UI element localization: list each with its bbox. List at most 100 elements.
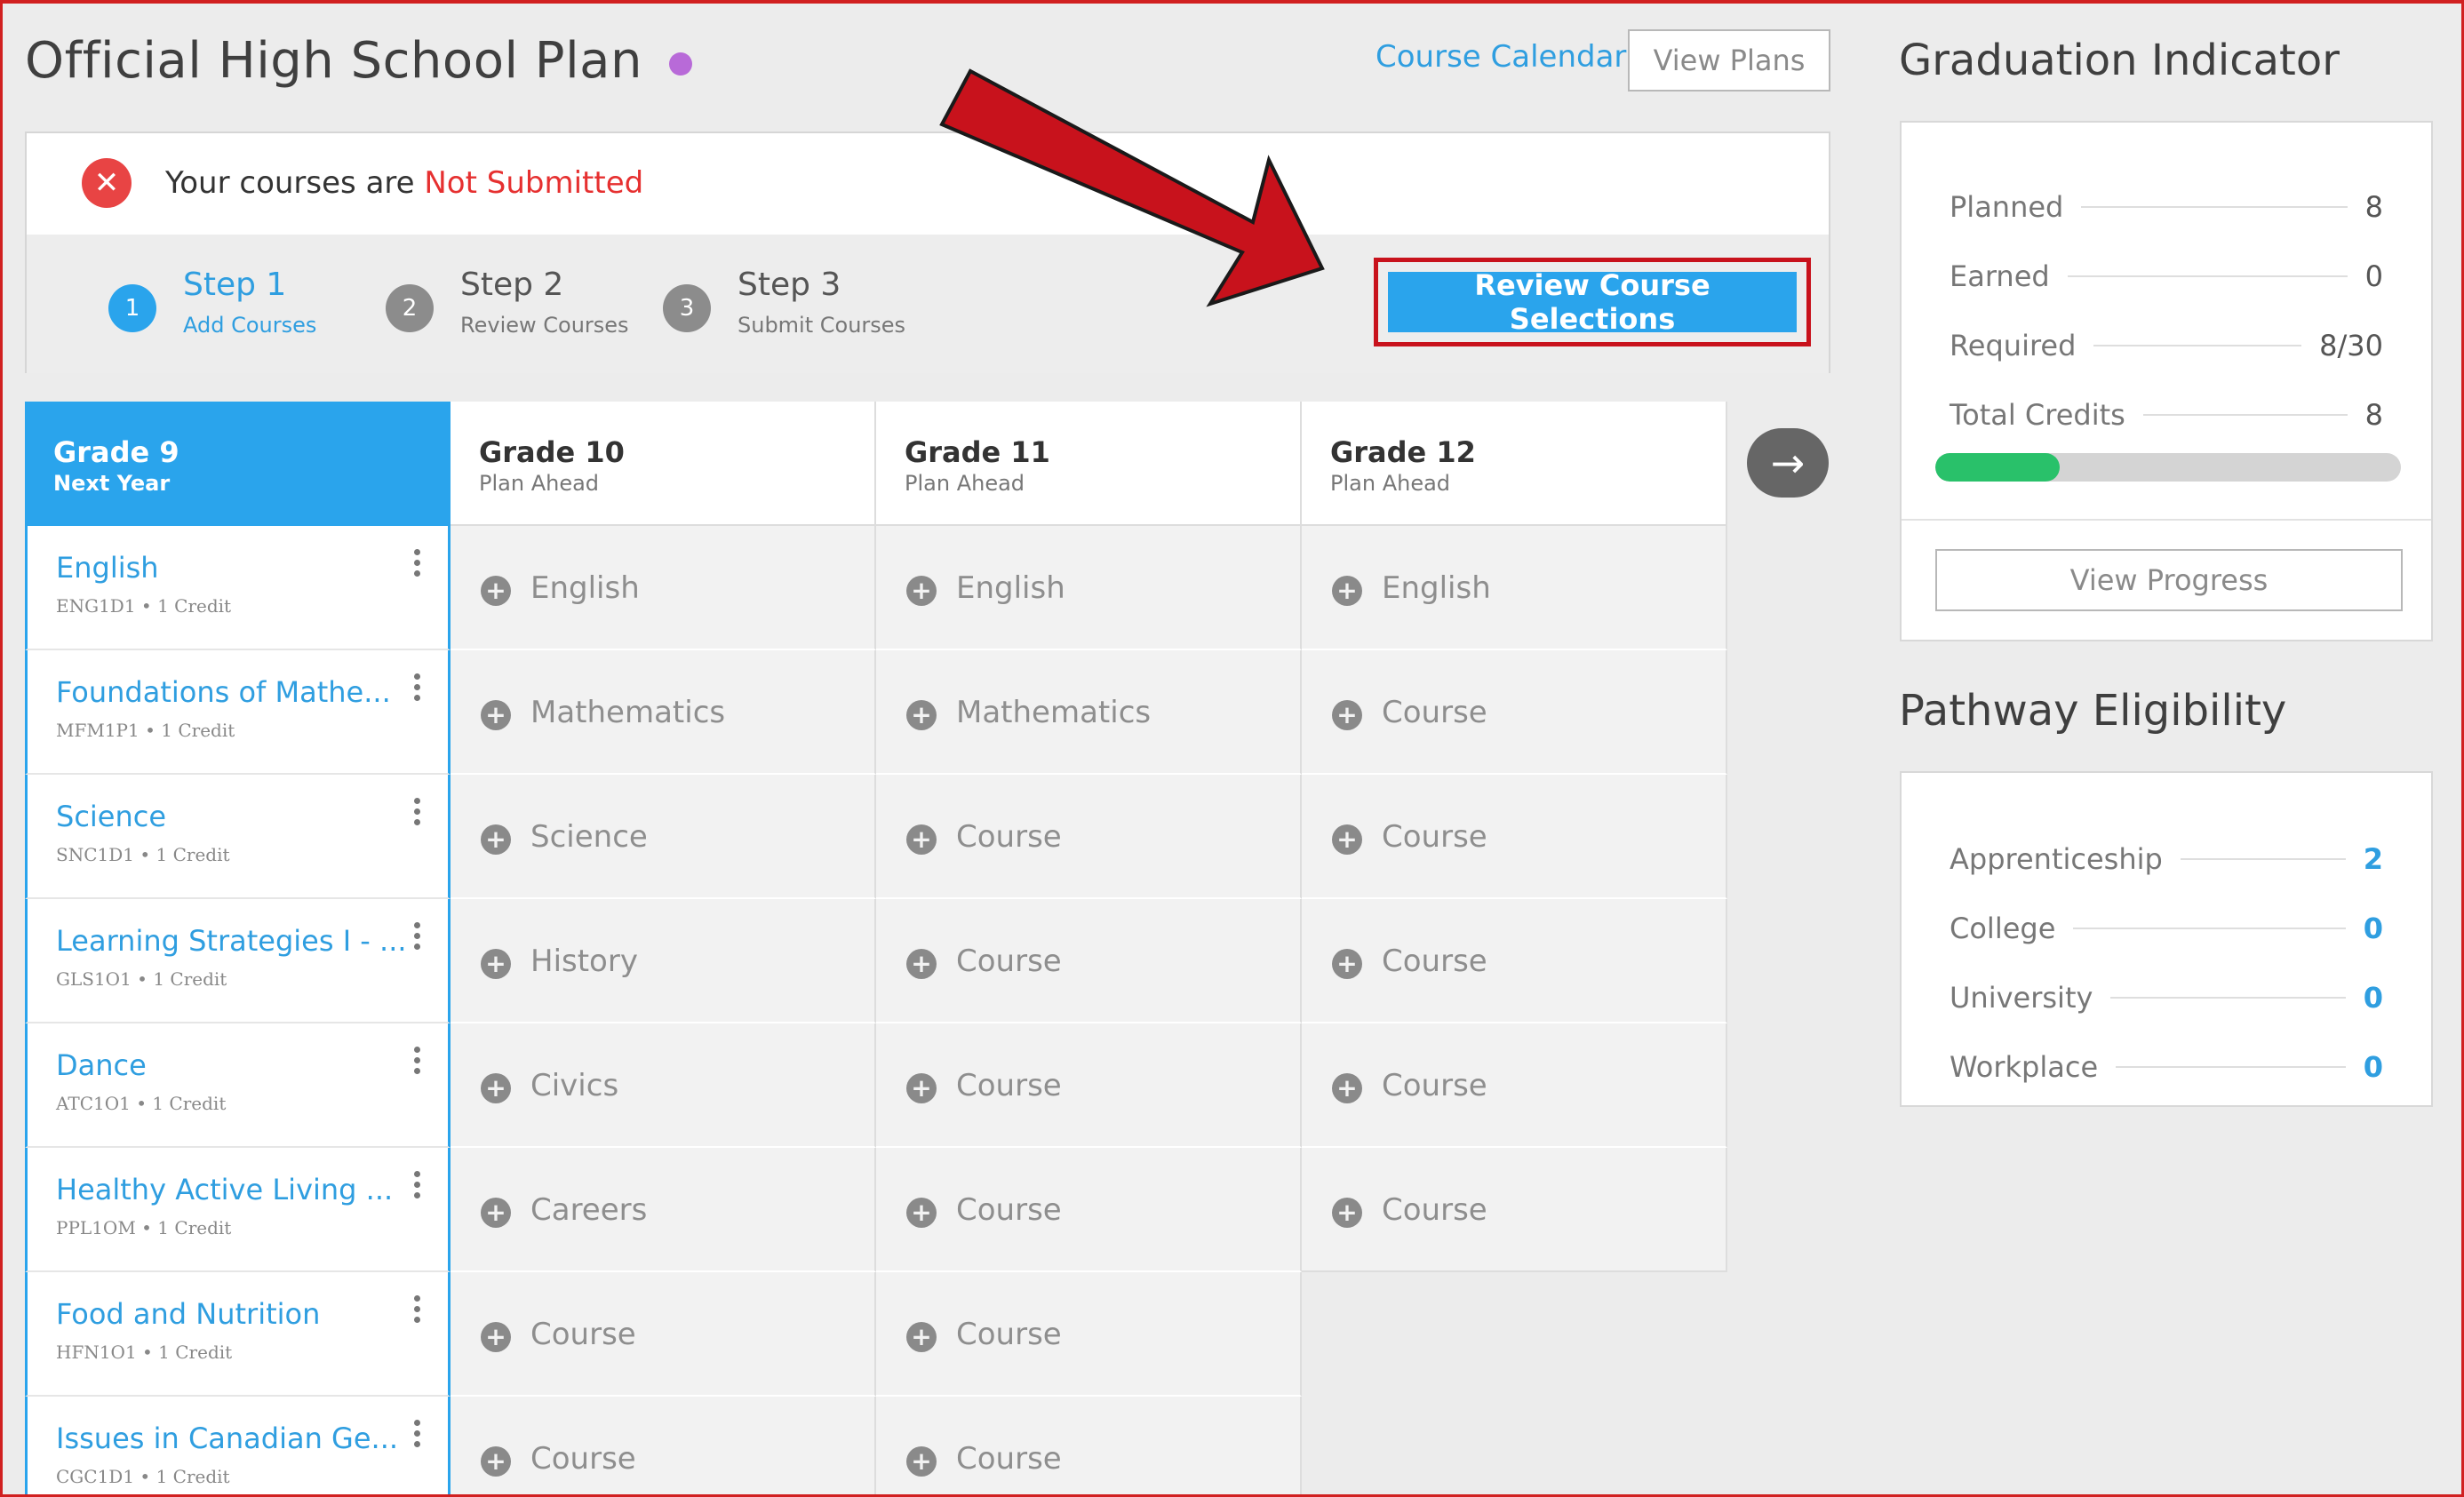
- view-progress-button[interactable]: View Progress: [1935, 549, 2403, 611]
- add-course-slot[interactable]: + Course: [1302, 775, 1727, 899]
- review-course-selections-button[interactable]: Review Course Selections: [1388, 268, 1797, 336]
- add-icon: +: [906, 700, 937, 730]
- course-title[interactable]: Food and Nutrition: [56, 1297, 320, 1331]
- next-arrow-icon[interactable]: →: [1747, 428, 1829, 498]
- course-title[interactable]: English: [56, 551, 159, 585]
- more-options-icon[interactable]: [414, 922, 421, 954]
- more-options-icon[interactable]: [414, 798, 421, 830]
- add-course-slot[interactable]: + Course: [876, 1397, 1302, 1497]
- status-prefix: Your courses are: [165, 165, 415, 201]
- grade-12-header[interactable]: Grade 12 Plan Ahead: [1302, 402, 1727, 526]
- add-course-slot[interactable]: + Course: [1302, 899, 1727, 1023]
- progress-fill: [1935, 453, 2060, 482]
- grade-10-header[interactable]: Grade 10 Plan Ahead: [451, 402, 876, 526]
- slot-label: English: [1382, 570, 1491, 606]
- add-course-slot[interactable]: + Civics: [451, 1023, 876, 1148]
- course-card[interactable]: Learning Strategies I - ... GLS1O1 • 1 C…: [25, 899, 451, 1023]
- annotation-arrow-icon: [939, 68, 1325, 307]
- step-2-sublabel: Review Courses: [460, 313, 629, 338]
- more-options-icon[interactable]: [414, 1420, 421, 1452]
- grade-label: Grade 12: [1330, 435, 1476, 469]
- add-course-slot[interactable]: + Course: [876, 1023, 1302, 1148]
- course-code: MFM1P1 • 1 Credit: [56, 720, 235, 741]
- course-code: PPL1OM • 1 Credit: [56, 1217, 232, 1238]
- add-course-slot[interactable]: + Course: [451, 1397, 876, 1497]
- step-1-number: 1: [108, 284, 156, 332]
- apprenticeship-row: Apprenticeship 2: [1950, 837, 2383, 881]
- add-icon: +: [481, 949, 511, 979]
- more-options-icon[interactable]: [414, 1295, 421, 1327]
- course-card[interactable]: Healthy Active Living ... PPL1OM • 1 Cre…: [25, 1148, 451, 1272]
- add-course-slot[interactable]: + Science: [451, 775, 876, 899]
- more-options-icon[interactable]: [414, 673, 421, 705]
- row-label: Required: [1950, 329, 2077, 362]
- course-card[interactable]: English ENG1D1 • 1 Credit: [25, 526, 451, 650]
- add-icon: +: [906, 949, 937, 979]
- add-course-slot[interactable]: + English: [451, 526, 876, 650]
- row-value[interactable]: 0: [2364, 981, 2383, 1015]
- grade-label: Grade 10: [479, 435, 625, 469]
- pathway-eligibility-panel: Apprenticeship 2 College 0 University 0 Wor…: [1900, 771, 2433, 1107]
- slot-label: Careers: [530, 1192, 648, 1228]
- slot-label: Course: [1382, 819, 1487, 855]
- row-value: 8: [2364, 398, 2383, 432]
- workplace-row: Workplace 0: [1950, 1045, 2383, 1089]
- add-course-slot[interactable]: + Course: [876, 1272, 1302, 1397]
- add-course-slot[interactable]: + Course: [876, 1148, 1302, 1272]
- slot-label: Mathematics: [530, 695, 726, 730]
- add-course-slot[interactable]: + Course: [1302, 650, 1727, 775]
- add-course-slot[interactable]: + Mathematics: [876, 650, 1302, 775]
- add-course-slot[interactable]: + Course: [451, 1272, 876, 1397]
- status-state: Not Submitted: [424, 165, 644, 201]
- course-title[interactable]: Dance: [56, 1048, 147, 1082]
- more-options-icon[interactable]: [414, 1047, 421, 1079]
- graduation-indicator-panel: Planned 8 Earned 0 Required 8/30 Total Cred…: [1900, 121, 2433, 641]
- row-label: College: [1950, 912, 2056, 945]
- course-calendar-link[interactable]: Course Calendar: [1376, 39, 1626, 75]
- plan-label: Plan Ahead: [479, 471, 600, 496]
- add-icon: +: [1332, 576, 1362, 606]
- course-title[interactable]: Science: [56, 800, 166, 833]
- course-card[interactable]: Foundations of Mathe... MFM1P1 • 1 Credi…: [25, 650, 451, 775]
- add-course-slot[interactable]: + Course: [1302, 1023, 1727, 1148]
- course-code: ATC1O1 • 1 Credit: [56, 1093, 227, 1114]
- add-course-slot[interactable]: + Course: [876, 899, 1302, 1023]
- course-card[interactable]: Dance ATC1O1 • 1 Credit: [25, 1023, 451, 1148]
- course-title[interactable]: Issues in Canadian Ge...: [56, 1421, 398, 1455]
- row-value[interactable]: 0: [2364, 912, 2383, 945]
- row-value[interactable]: 2: [2364, 842, 2383, 876]
- slot-label: Course: [1382, 1068, 1487, 1103]
- add-icon: +: [481, 1198, 511, 1228]
- grade-11-header[interactable]: Grade 11 Plan Ahead: [876, 402, 1302, 526]
- slot-label: Course: [1382, 944, 1487, 979]
- course-title[interactable]: Foundations of Mathe...: [56, 675, 391, 709]
- plan-label: Plan Ahead: [1330, 471, 1451, 496]
- more-options-icon[interactable]: [414, 549, 421, 581]
- row-label: Earned: [1950, 259, 2050, 293]
- grade-9-header[interactable]: Grade 9 Next Year: [25, 402, 451, 526]
- slot-label: Mathematics: [956, 695, 1152, 730]
- add-course-slot[interactable]: + Course: [876, 775, 1302, 899]
- course-card[interactable]: Science SNC1D1 • 1 Credit: [25, 775, 451, 899]
- course-title[interactable]: Healthy Active Living ...: [56, 1173, 393, 1206]
- add-icon: +: [906, 1446, 937, 1477]
- add-icon: +: [906, 1322, 937, 1352]
- graduation-progress-bar: [1935, 453, 2401, 482]
- view-plans-button[interactable]: View Plans: [1628, 29, 1830, 92]
- course-card[interactable]: Issues in Canadian Ge... CGC1D1 • 1 Cred…: [25, 1397, 451, 1497]
- add-course-slot[interactable]: + English: [1302, 526, 1727, 650]
- course-title[interactable]: Learning Strategies I - ...: [56, 924, 407, 958]
- add-course-slot[interactable]: + Mathematics: [451, 650, 876, 775]
- add-course-slot[interactable]: + Course: [1302, 1148, 1727, 1272]
- add-course-slot[interactable]: + English: [876, 526, 1302, 650]
- add-course-slot[interactable]: + History: [451, 899, 876, 1023]
- add-icon: +: [1332, 700, 1362, 730]
- add-icon: +: [481, 700, 511, 730]
- add-course-slot[interactable]: + Careers: [451, 1148, 876, 1272]
- row-value[interactable]: 0: [2364, 1050, 2383, 1084]
- slot-label: Course: [1382, 1192, 1487, 1228]
- course-card[interactable]: Food and Nutrition HFN1O1 • 1 Credit: [25, 1272, 451, 1397]
- add-icon: +: [481, 1073, 511, 1103]
- slot-label: Course: [956, 819, 1062, 855]
- more-options-icon[interactable]: [414, 1171, 421, 1203]
